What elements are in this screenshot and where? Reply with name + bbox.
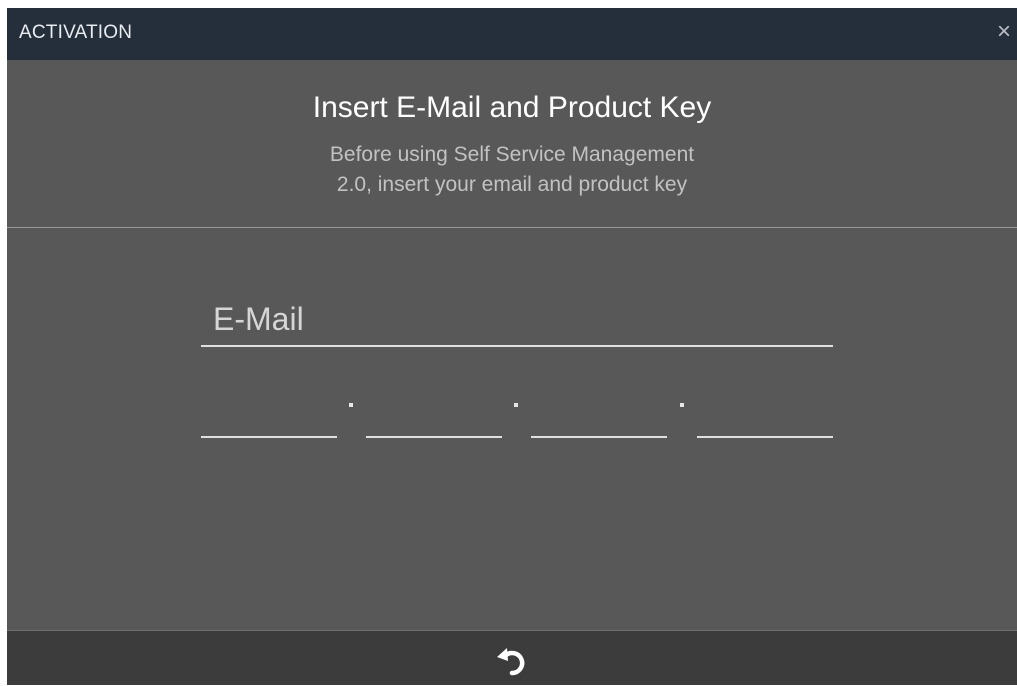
header-panel: Insert E-Mail and Product Key Before usi…	[7, 60, 1017, 228]
subtitle-line-2: 2.0, insert your email and product key	[336, 173, 688, 196]
key-separator-dot	[349, 403, 353, 407]
window-title: ACTIVATION	[19, 22, 133, 43]
product-key-segment-3[interactable]	[531, 400, 667, 438]
key-separator-dot	[514, 403, 518, 407]
footer-bar	[7, 630, 1017, 685]
page-title: Insert E-Mail and Product Key	[312, 91, 712, 124]
product-key-segment-4[interactable]	[697, 400, 833, 438]
key-separator-dot	[680, 403, 684, 407]
product-key-segment-2[interactable]	[366, 400, 502, 438]
close-button[interactable]: ×	[993, 20, 1015, 44]
close-icon: ×	[996, 18, 1011, 45]
product-key-segment-1[interactable]	[201, 400, 337, 438]
email-field[interactable]	[201, 293, 833, 347]
subtitle-line-1: Before using Self Service Management	[329, 143, 695, 166]
undo-button[interactable]	[493, 641, 533, 681]
page-subtitle: Before using Self Service Management 2.0…	[7, 140, 1017, 200]
undo-icon	[497, 648, 525, 676]
activation-window: ACTIVATION × Insert E-Mail and Product K…	[7, 8, 1017, 685]
title-bar: ACTIVATION ×	[7, 8, 1017, 60]
